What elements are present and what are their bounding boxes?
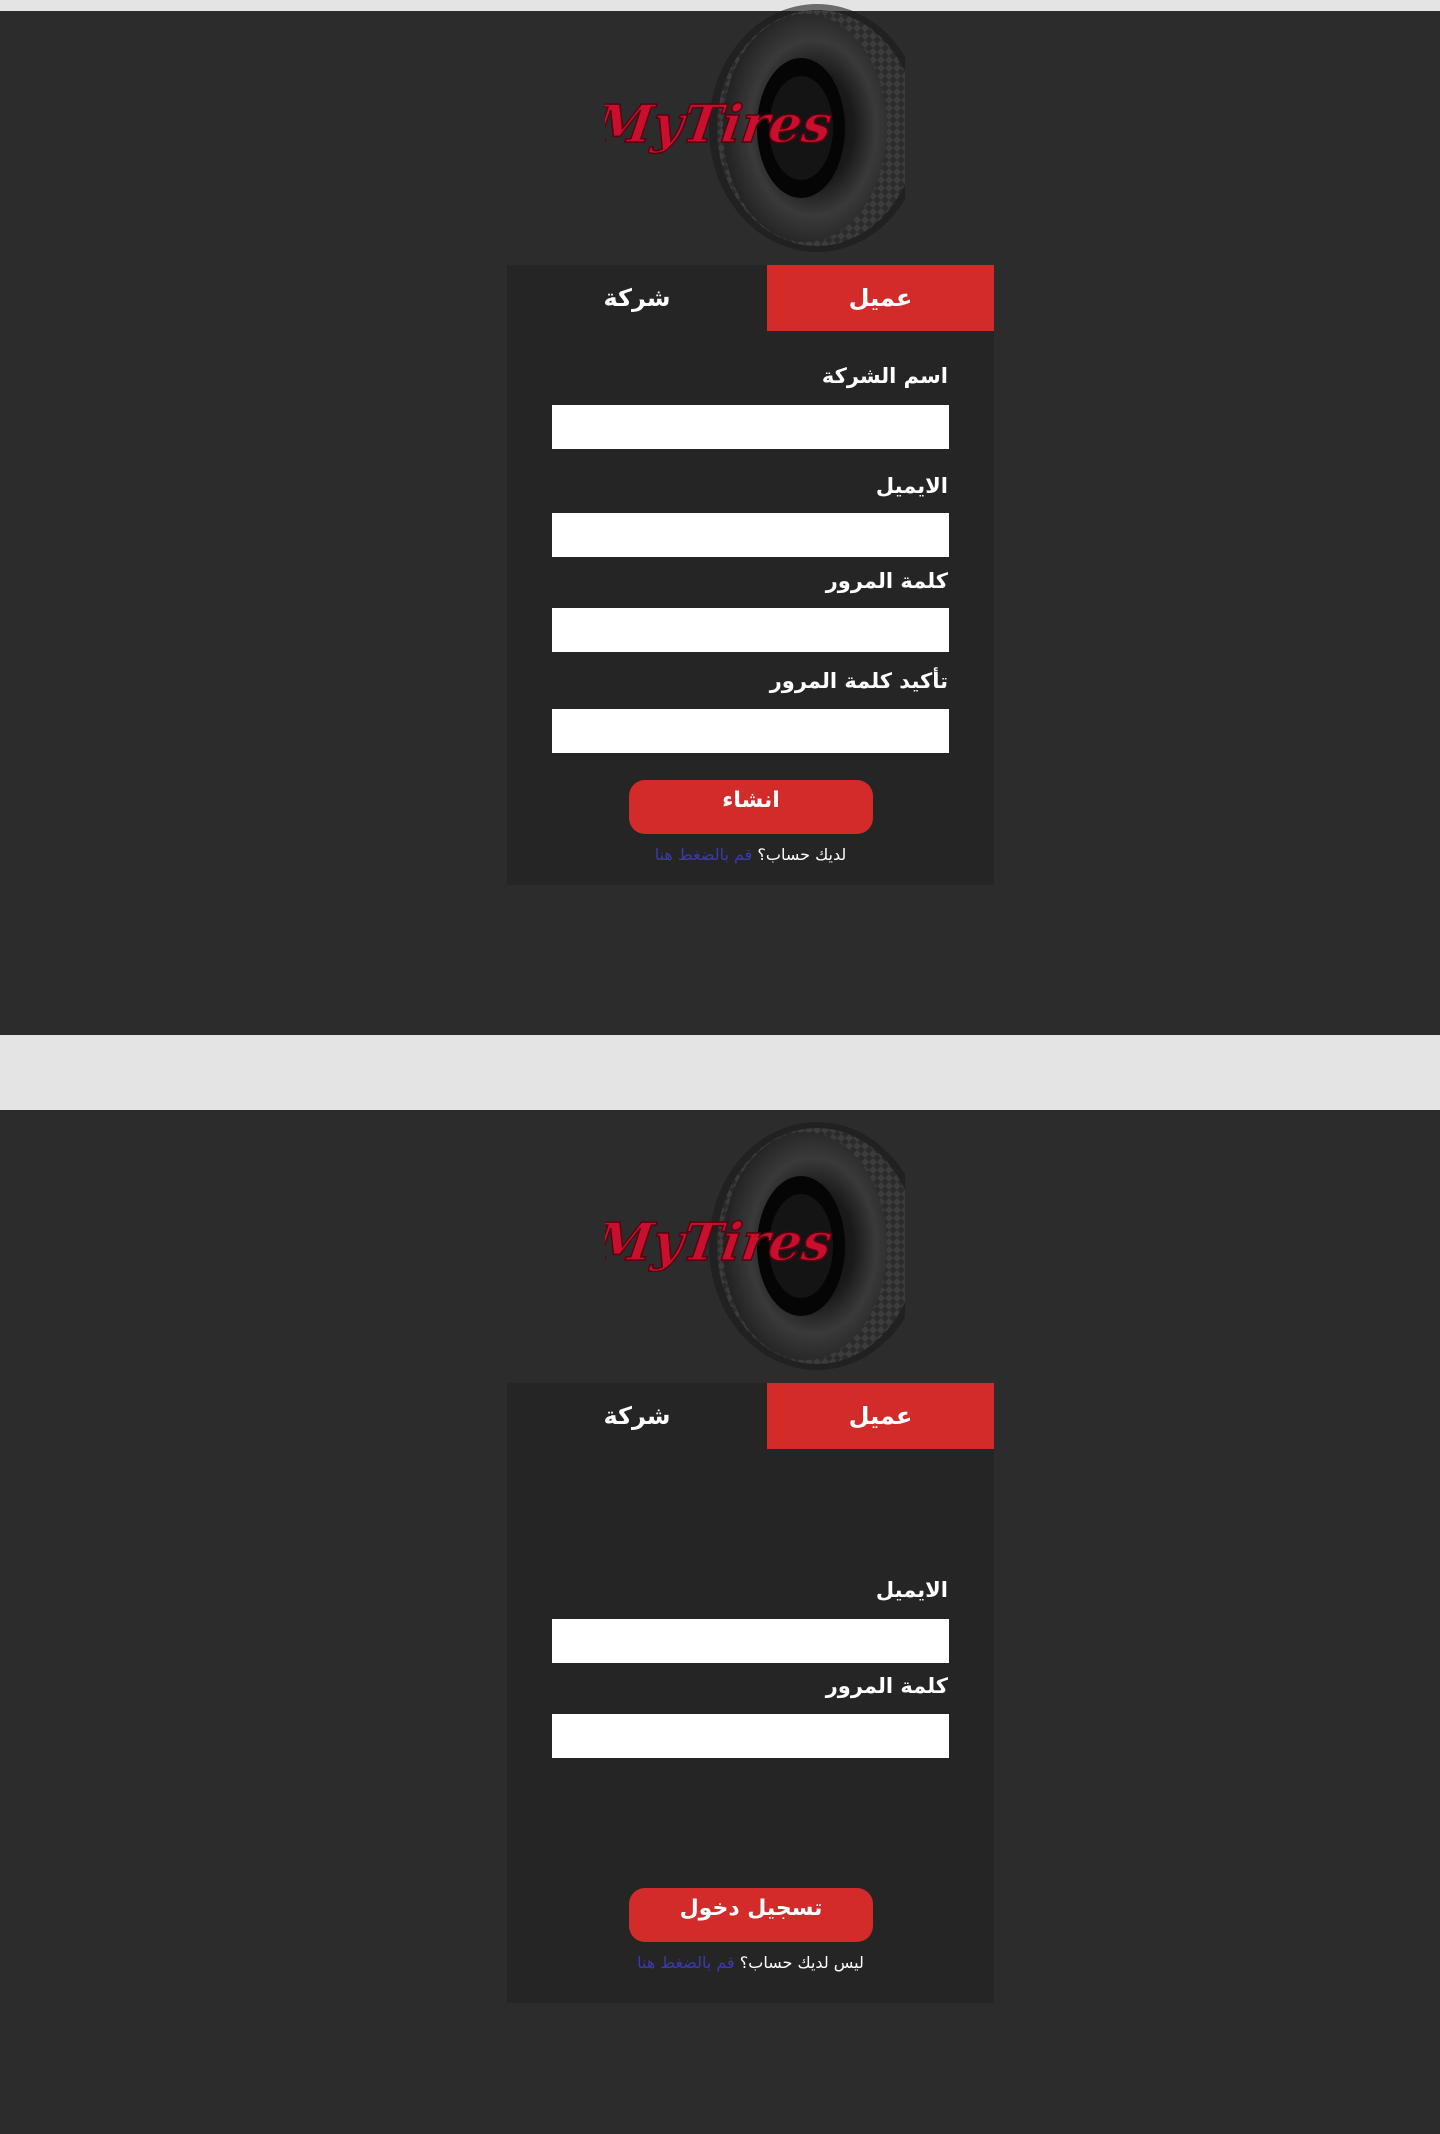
email-input[interactable] [552, 513, 949, 557]
tab-customer[interactable]: عميل [767, 1383, 994, 1449]
register-section: MyTires شركة عميل اسم الشركة الايميل كلم… [0, 4, 1440, 1035]
company-name-input[interactable] [552, 405, 949, 449]
tire-logo-graphic: MyTires [605, 1122, 905, 1370]
tab-company[interactable]: شركة [507, 265, 767, 331]
login-link[interactable]: قم بالضغط هنا [655, 845, 753, 864]
password-input[interactable] [552, 1714, 949, 1758]
password-label: كلمة المرور [825, 569, 948, 593]
register-prompt-text: ليس لديك حساب؟ [739, 1953, 864, 1972]
tire-logo-graphic: MyTires [605, 4, 905, 252]
logo-wordmark: MyTires [605, 94, 836, 155]
register-card: شركة عميل اسم الشركة الايميل كلمة المرور… [507, 265, 994, 885]
create-account-button[interactable]: انشاء [629, 780, 873, 834]
account-type-tabs: شركة عميل [507, 265, 994, 331]
mytires-logo: MyTires [605, 1118, 905, 1373]
login-prompt-text: لديك حساب؟ [757, 845, 847, 864]
login-card: شركة عميل الايميل كلمة المرور تسجيل دخول… [507, 1383, 994, 2003]
password-label: كلمة المرور [825, 1674, 948, 1698]
email-label: الايميل [875, 474, 948, 498]
logo-wordmark: MyTires [605, 1212, 836, 1273]
account-type-tabs: شركة عميل [507, 1383, 994, 1449]
company-name-label: اسم الشركة [821, 364, 948, 388]
email-input[interactable] [552, 1619, 949, 1663]
login-button[interactable]: تسجيل دخول [629, 1888, 873, 1942]
login-section: MyTires شركة عميل الايميل كلمة المرور تس… [0, 1110, 1440, 2134]
mytires-logo: MyTires [605, 0, 905, 255]
confirm-password-label: تأكيد كلمة المرور [769, 669, 948, 693]
login-prompt: لديك حساب؟ قم بالضغط هنا [507, 845, 994, 864]
password-input[interactable] [552, 608, 949, 652]
tab-company[interactable]: شركة [507, 1383, 767, 1449]
confirm-password-input[interactable] [552, 709, 949, 753]
register-prompt: ليس لديك حساب؟ قم بالضغط هنا [507, 1953, 994, 1972]
register-link[interactable]: قم بالضغط هنا [637, 1953, 735, 1972]
tab-customer[interactable]: عميل [767, 265, 994, 331]
email-label: الايميل [875, 1578, 948, 1602]
